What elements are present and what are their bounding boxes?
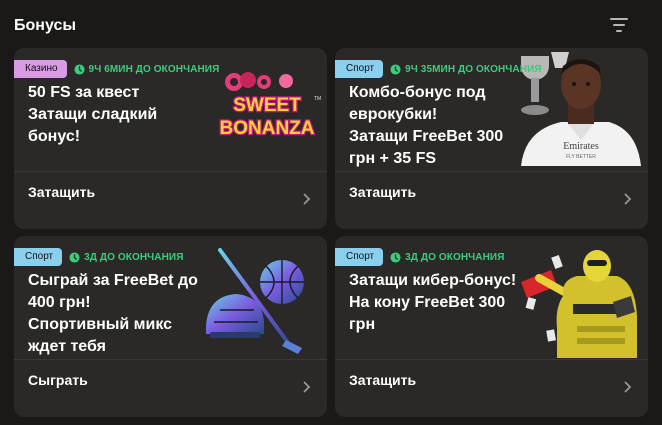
logo-text-sweet: SWEET xyxy=(233,95,301,116)
chevron-right-icon[interactable] xyxy=(303,193,311,205)
shirt-sponsor-text: Emirates xyxy=(563,141,599,152)
sport-equipment-image xyxy=(206,248,304,354)
timer-text: 9Ч 6МИН ДО ОКОНЧАНИЯ xyxy=(88,63,220,75)
bonus-card-eurocups-combo[interactable]: Emirates FLY BETTER Спорт 9Ч 35МИН ДО ОК… xyxy=(335,48,648,229)
chevron-right-icon[interactable] xyxy=(624,193,632,205)
card-title: 50 FS за квест Затащи сладкий бонус! xyxy=(28,84,158,145)
sweet-bonanza-logo: SWEET BONANZA TM xyxy=(218,72,321,140)
claim-button[interactable]: Затащить xyxy=(28,184,95,200)
card-title: Затащи кибер-бонус! На кону FreeBet 300 … xyxy=(349,272,517,333)
timer: 3Д ДО ОКОНЧАНИЯ xyxy=(390,252,504,263)
timer-text: 3Д ДО ОКОНЧАНИЯ xyxy=(84,251,184,263)
card-meta: Спорт 9Ч 35МИН ДО ОКОНЧАНИЯ xyxy=(335,60,542,78)
filter-icon[interactable] xyxy=(610,18,634,36)
card-divider xyxy=(335,171,648,172)
card-divider xyxy=(335,359,648,360)
page-header: Бонусы xyxy=(0,0,662,48)
clock-icon xyxy=(69,251,80,263)
category-badge: Спорт xyxy=(14,248,63,266)
claim-button[interactable]: Затащить xyxy=(349,372,416,388)
card-meta: Спорт 3Д ДО ОКОНЧАНИЯ xyxy=(335,248,505,266)
clock-icon xyxy=(390,63,401,75)
card-divider xyxy=(14,359,327,360)
claim-button[interactable]: Затащить xyxy=(349,184,416,200)
chevron-right-icon[interactable] xyxy=(624,381,632,393)
card-title: Сыграй за FreeBet до 400 грн! Спортивный… xyxy=(28,272,198,355)
timer: 3Д ДО ОКОНЧАНИЯ xyxy=(69,252,183,263)
clock-icon xyxy=(390,251,401,263)
chevron-right-icon[interactable] xyxy=(303,381,311,393)
timer: 9Ч 35МИН ДО ОКОНЧАНИЯ xyxy=(390,64,542,75)
category-badge: Спорт xyxy=(335,60,384,78)
timer-text: 3Д ДО ОКОНЧАНИЯ xyxy=(405,251,505,263)
timer: 9Ч 6МИН ДО ОКОНЧАНИЯ xyxy=(73,63,220,75)
category-badge: Спорт xyxy=(335,248,384,266)
category-badge: Казино xyxy=(14,60,67,78)
shirt-sub-text: FLY BETTER xyxy=(566,154,596,160)
bonus-card-sport-mix[interactable]: Спорт 3Д ДО ОКОНЧАНИЯ Сыграй за FreeBet … xyxy=(14,236,327,417)
bonus-card-cyber[interactable]: Спорт 3Д ДО ОКОНЧАНИЯ Затащи кибер-бонус… xyxy=(335,236,648,417)
cyber-character-image xyxy=(521,250,637,358)
card-divider xyxy=(14,171,327,172)
card-meta: Спорт 3Д ДО ОКОНЧАНИЯ xyxy=(14,248,184,266)
play-button[interactable]: Сыграть xyxy=(28,372,88,388)
clock-icon xyxy=(73,63,85,75)
card-meta: Казино 9Ч 6МИН ДО ОКОНЧАНИЯ xyxy=(14,60,219,78)
card-title: Комбо-бонус под еврокубки! Затащи FreeBe… xyxy=(349,84,504,167)
page-title: Бонусы xyxy=(14,17,76,34)
logo-text-tm: TM xyxy=(314,96,321,102)
timer-text: 9Ч 35МИН ДО ОКОНЧАНИЯ xyxy=(405,63,542,75)
logo-text-bonanza: BONANZA xyxy=(220,118,315,139)
bonus-card-sweet-bonanza[interactable]: Казино 9Ч 6МИН ДО ОКОНЧАНИЯ 50 FS за кве… xyxy=(14,48,327,229)
